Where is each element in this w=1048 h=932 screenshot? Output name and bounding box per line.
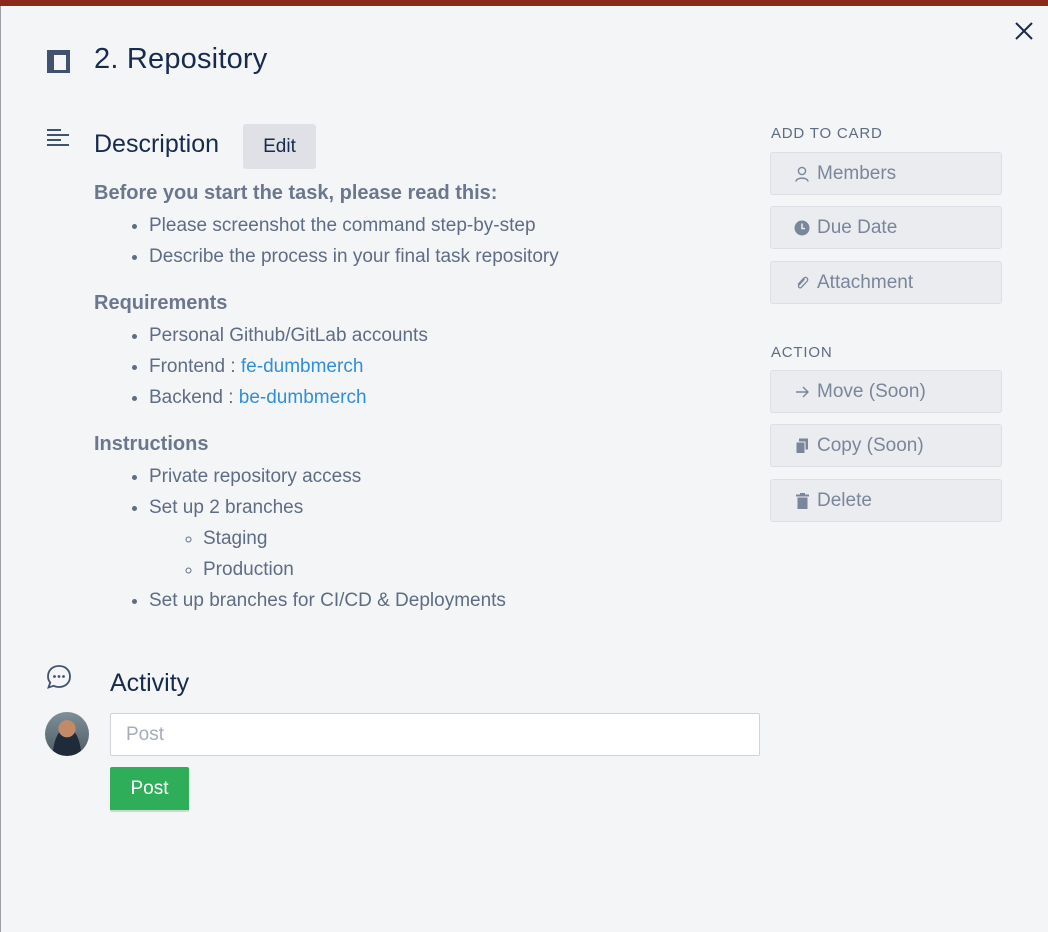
card-title: 2. Repository [94, 43, 268, 75]
attachment-button[interactable]: Attachment [770, 261, 1002, 304]
instructions-list: Private repository access Set up 2 branc… [94, 461, 734, 616]
arrow-right-icon [794, 383, 810, 401]
requirements-list: Personal Github/GitLab accounts Frontend… [94, 320, 734, 413]
due-date-label: Due Date [817, 216, 898, 238]
attachment-label: Attachment [817, 271, 914, 293]
edit-button[interactable]: Edit [243, 124, 316, 169]
due-date-button[interactable]: Due Date [770, 206, 1002, 249]
intro-heading: Before you start the task, please read t… [94, 182, 498, 204]
copy-button[interactable]: Copy (Soon) [770, 424, 1002, 467]
move-button[interactable]: Move (Soon) [770, 370, 1002, 413]
delete-button[interactable]: Delete [770, 479, 1002, 522]
add-to-card-heading: ADD TO CARD [771, 125, 883, 142]
comment-icon [47, 665, 71, 689]
clock-icon [794, 219, 810, 237]
move-label: Move (Soon) [817, 380, 926, 402]
branches-item-label: Set up 2 branches [149, 497, 304, 518]
intro-list: Please screenshot the command step-by-st… [94, 210, 734, 272]
list-item: Set up 2 branches Staging Production [149, 492, 734, 585]
members-label: Members [817, 162, 897, 184]
post-input[interactable] [110, 713, 760, 756]
delete-label: Delete [817, 489, 872, 511]
action-heading: ACTION [771, 344, 833, 361]
backend-label: Backend : [149, 387, 239, 408]
frontend-label: Frontend : [149, 356, 241, 377]
frontend-repo-link[interactable]: fe-dumbmerch [241, 356, 364, 377]
branches-sublist: Staging Production [149, 523, 734, 585]
copy-label: Copy (Soon) [817, 434, 924, 456]
requirements-heading: Requirements [94, 292, 228, 314]
requirements-section: Requirements Personal Github/GitLab acco… [94, 290, 734, 413]
list-item: Set up branches for CI/CD & Deployments [149, 585, 734, 616]
trash-icon [794, 492, 810, 510]
list-item: Please screenshot the command step-by-st… [149, 210, 734, 241]
card-icon [47, 50, 70, 73]
window-top-bar [0, 0, 1048, 6]
intro-section: Before you start the task, please read t… [94, 180, 734, 272]
instructions-section: Instructions Private repository access S… [94, 431, 734, 616]
copy-icon [794, 437, 810, 455]
window-left-edge [0, 6, 1, 932]
person-icon [794, 165, 810, 183]
list-item: Frontend : fe-dumbmerch [149, 351, 734, 382]
close-icon[interactable] [1011, 18, 1037, 44]
list-item: Private repository access [149, 461, 734, 492]
list-item: Production [203, 554, 734, 585]
list-item: Backend : be-dumbmerch [149, 382, 734, 413]
post-button[interactable]: Post [110, 767, 189, 812]
members-button[interactable]: Members [770, 152, 1002, 195]
avatar [45, 712, 89, 756]
description-heading: Description [94, 130, 220, 158]
paperclip-icon [794, 274, 810, 292]
instructions-heading: Instructions [94, 433, 209, 455]
backend-repo-link[interactable]: be-dumbmerch [239, 387, 367, 408]
list-item: Staging [203, 523, 734, 554]
list-item: Personal Github/GitLab accounts [149, 320, 734, 351]
description-icon [47, 129, 69, 146]
list-item: Describe the process in your final task … [149, 241, 734, 272]
activity-heading: Activity [110, 669, 190, 697]
description-body: Before you start the task, please read t… [94, 180, 734, 634]
